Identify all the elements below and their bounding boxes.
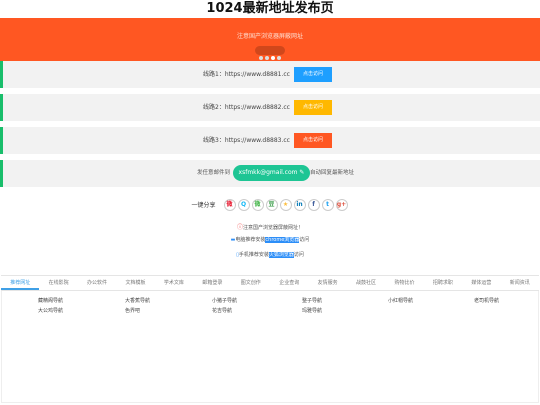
route-label: 线路2：https://www.d8882.cc	[203, 104, 290, 111]
qq-icon[interactable]: Q	[237, 198, 250, 211]
carousel-dot[interactable]	[271, 55, 275, 60]
email-address: xsfmkk@gmail.com	[238, 169, 298, 176]
site-link[interactable]: 大公鸡导航	[38, 307, 63, 314]
tab-10[interactable]: 购物比价	[385, 276, 423, 290]
tab-6[interactable]: 图文创作	[232, 276, 270, 290]
tab-8[interactable]: 友情服务	[308, 276, 346, 290]
share-bar: 一键分享 微 Q 微豆 ★ in f t g+	[0, 194, 540, 211]
tab-0[interactable]: 推荐网址	[1, 276, 40, 290]
wechat-icon[interactable]: 微	[251, 198, 264, 211]
firefox-link[interactable]: 火狐浏览器	[268, 252, 294, 258]
notice-line-1: ⓘ注意国产浏览器屏蔽网址！	[236, 224, 304, 231]
douban-icon[interactable]: 豆	[265, 198, 278, 211]
page-title: 1024最新地址发布页	[206, 1, 334, 16]
site-link[interactable]: 老司机导航	[474, 297, 499, 304]
site-link[interactable]: 小红帽导航	[388, 297, 413, 304]
site-link[interactable]: 整子导航	[302, 297, 322, 304]
tab-7[interactable]: 企业查询	[270, 276, 308, 290]
route-row-1: 线路1：https://www.d8881.cc 点击访问	[0, 61, 540, 88]
linkedin-icon[interactable]: in	[293, 198, 306, 211]
carousel-dot[interactable]	[277, 55, 281, 60]
visit-button-1[interactable]: 点击访问	[294, 67, 332, 82]
visit-button-2[interactable]: 点击访问	[294, 100, 332, 115]
notice-line-3: ▯手机推荐安装火狐浏览器访问	[236, 252, 304, 258]
site-link[interactable]: 玛雅导航	[302, 307, 322, 314]
site-link[interactable]: 藏精阁导航	[38, 297, 63, 304]
site-link[interactable]: 花吉导航	[212, 307, 232, 314]
tab-4[interactable]: 学术文库	[155, 276, 193, 290]
tab-1[interactable]: 在线影院	[39, 276, 77, 290]
site-link[interactable]: 色界吧	[125, 307, 140, 314]
google-plus-icon[interactable]: g+	[335, 198, 348, 211]
tab-2[interactable]: 办公软件	[78, 276, 116, 290]
route-label: 线路1：https://www.d8881.cc	[203, 71, 290, 78]
email-button[interactable]: xsfmkk@gmail.com ✎	[233, 165, 310, 181]
tab-12[interactable]: 媒体运营	[462, 276, 500, 290]
visit-button-3[interactable]: 点击访问	[294, 133, 332, 148]
tab-13[interactable]: 新闻资讯	[501, 276, 539, 290]
edit-icon: ✎	[299, 169, 305, 176]
twitter-icon[interactable]: t	[321, 198, 334, 211]
carousel-dot[interactable]	[259, 55, 263, 60]
weibo-icon[interactable]: 微	[223, 198, 236, 211]
tab-5[interactable]: 邮箱登录	[193, 276, 231, 290]
tab-11[interactable]: 招聘求职	[424, 276, 462, 290]
route-row-3: 线路3：https://www.d8883.cc 点击访问	[0, 127, 540, 154]
banner-text: 注意国产浏览器屏蔽网址	[236, 33, 303, 40]
route-row-2: 线路2：https://www.d8882.cc 点击访问	[0, 94, 540, 121]
tab-9[interactable]: 战鼓社区	[347, 276, 385, 290]
tab-3[interactable]: 文档模板	[116, 276, 154, 290]
email-tip-left: 发任意邮件到	[197, 170, 231, 176]
email-tip-right: 自动回复最新地址	[310, 170, 355, 176]
email-row: 发任意邮件到 xsfmkk@gmail.com ✎ 自动回复最新地址	[0, 160, 540, 187]
facebook-icon[interactable]: f	[307, 198, 320, 211]
share-label: 一键分享	[191, 202, 216, 209]
carousel-dot[interactable]	[265, 55, 269, 60]
chrome-link[interactable]: chrome浏览器	[265, 237, 300, 243]
route-label: 线路3：https://www.d8883.cc	[203, 137, 290, 144]
link-directory: 藏精阁导航 大香蕉导航 小猪子导航 整子导航 小红帽导航 老司机导航大公鸡导航 色界吧 花吉导…	[1, 291, 539, 403]
site-link[interactable]: 大香蕉导航	[125, 297, 150, 304]
category-tabs: 推荐网址 在线影院 办公软件 文档模板 学术文库 邮箱登录 图文创作 企业查询 友情服务 战鼓社区…	[1, 275, 539, 291]
notice-line-2: ▬电脑推荐安装chrome浏览器访问	[230, 237, 310, 243]
browser-notice: ⓘ注意国产浏览器屏蔽网址！ ▬电脑推荐安装chrome浏览器访问 ▯手机推荐安装…	[0, 210, 540, 272]
site-link[interactable]: 小猪子导航	[212, 297, 237, 304]
notice-banner: 注意国产浏览器屏蔽网址	[0, 18, 540, 61]
qzone-icon[interactable]: ★	[279, 198, 292, 211]
